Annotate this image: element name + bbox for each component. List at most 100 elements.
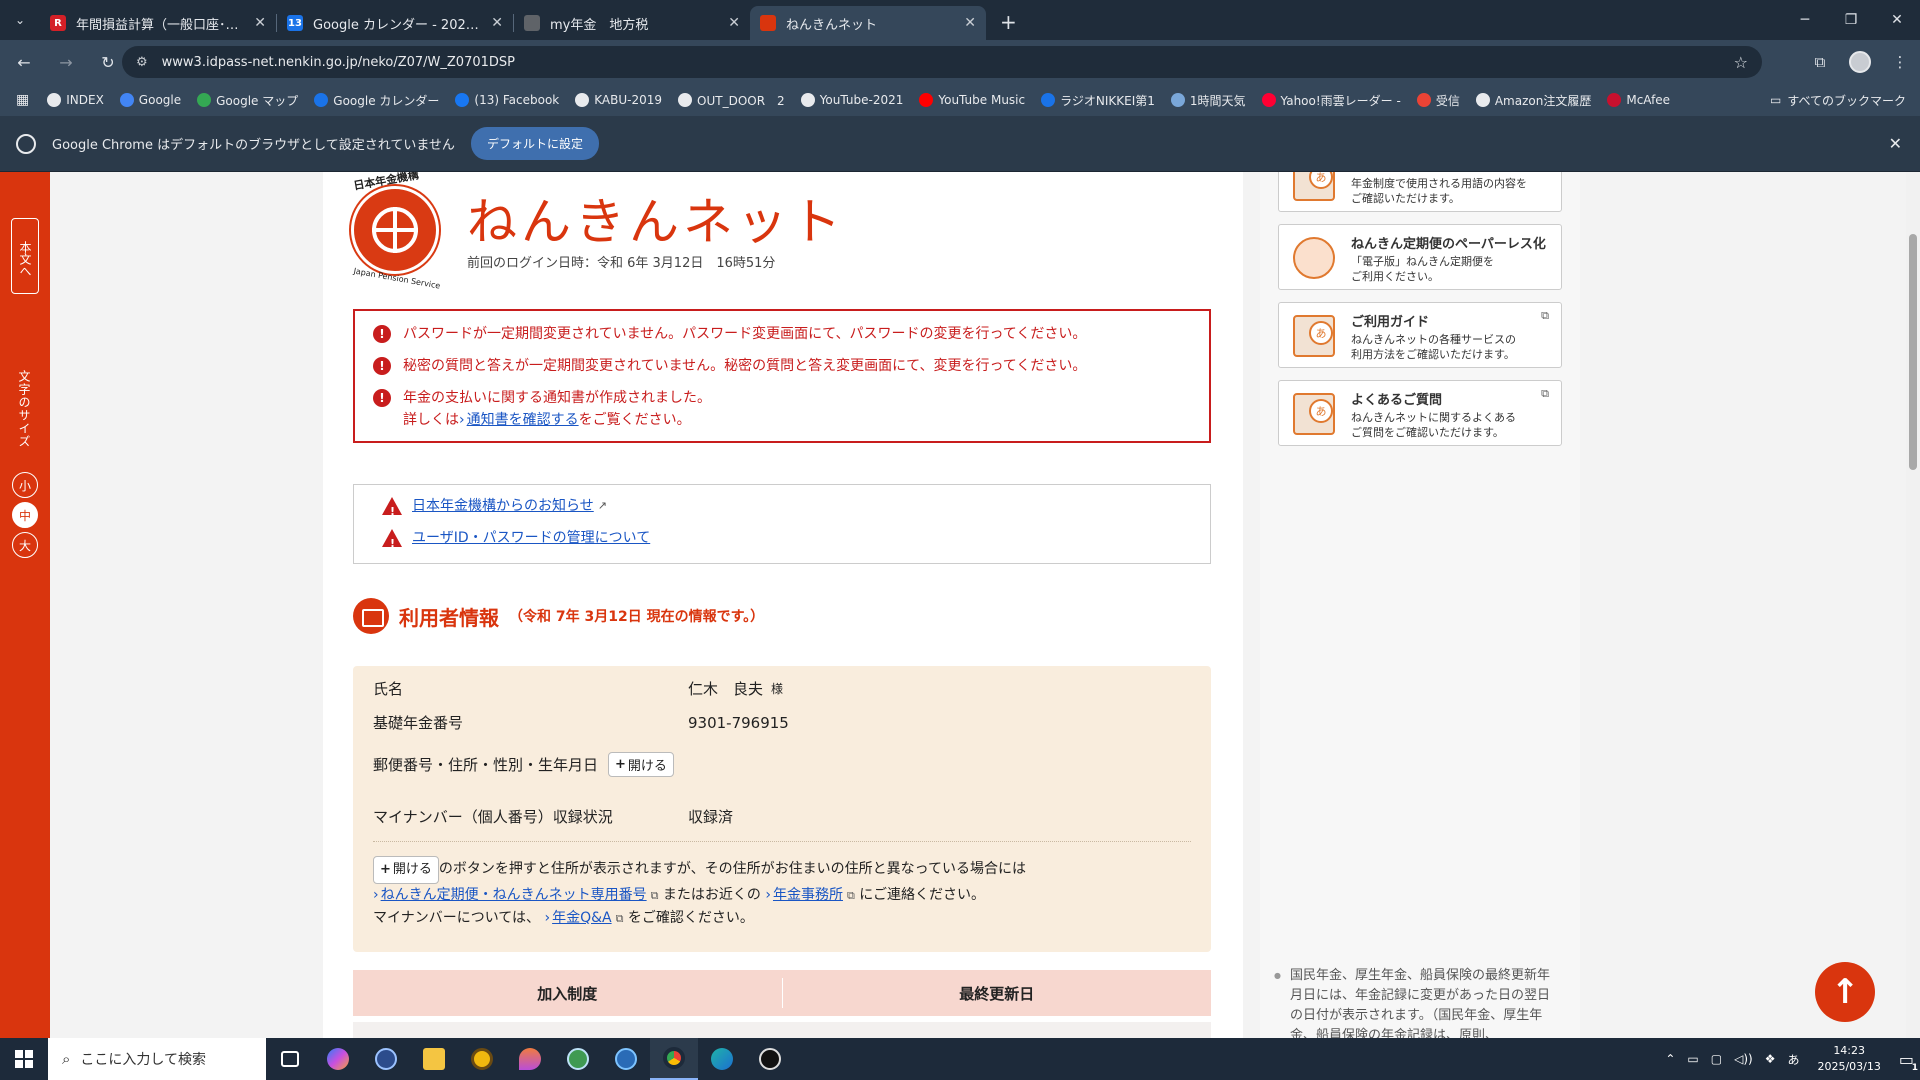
view-notice-link[interactable]: 通知書を確認する: [467, 412, 579, 428]
pension-office-link[interactable]: 年金事務所: [773, 887, 843, 903]
bookmark-favicon-icon: [1607, 93, 1622, 107]
open-example-button: + 開ける: [373, 856, 439, 884]
bookmark-item[interactable]: Google: [119, 93, 181, 107]
new-tab-icon[interactable]: +: [1000, 10, 1017, 34]
edge-icon[interactable]: [698, 1038, 746, 1080]
font-size-button[interactable]: 小: [12, 472, 38, 498]
scrollbar-thumb[interactable]: [1909, 234, 1917, 470]
start-button[interactable]: [0, 1038, 48, 1080]
toolbar-right: ⧉ ⋮: [1800, 40, 1920, 84]
bookmark-item[interactable]: Google マップ: [197, 92, 298, 109]
bookmark-item[interactable]: YouTube Music: [919, 93, 1025, 107]
bookmark-item[interactable]: Google カレンダー: [314, 92, 439, 109]
tab-title: 年間損益計算（一般口座･その他: [76, 17, 247, 33]
profile-avatar[interactable]: [1840, 51, 1880, 73]
reload-icon[interactable]: ↻: [90, 44, 126, 80]
sunflower-app-icon[interactable]: [458, 1038, 506, 1080]
jps-logo[interactable]: [351, 186, 439, 274]
browser-tab[interactable]: ねんきんネット ✕: [750, 6, 986, 40]
bookmark-item[interactable]: 1時間天気: [1170, 92, 1246, 109]
browser-toolbar: ← → ↻ ⚙ www3.idpass-net.nenkin.go.jp/nek…: [0, 40, 1920, 84]
app-icon[interactable]: [362, 1038, 410, 1080]
userid-password-link[interactable]: ユーザID・パスワードの管理について: [412, 527, 650, 549]
chevron-up-icon[interactable]: ⌃: [1665, 1052, 1675, 1066]
display-icon[interactable]: ▢: [1711, 1052, 1722, 1066]
clock[interactable]: 14:23 2025/03/13: [1817, 1043, 1880, 1075]
all-bookmarks-button[interactable]: ▭ すべてのブックマーク: [1770, 84, 1906, 116]
set-default-button[interactable]: デフォルトに設定: [470, 127, 599, 160]
tab-search-icon[interactable]: ⌄: [0, 0, 40, 40]
back-to-top-button[interactable]: ↑: [1815, 962, 1875, 1022]
bookmark-favicon-icon: [1170, 93, 1185, 107]
volume-icon[interactable]: ◁)): [1734, 1052, 1753, 1066]
bookmark-item[interactable]: OUT_DOOR 2: [678, 92, 785, 109]
close-window-icon[interactable]: ✕: [1874, 0, 1920, 40]
pension-qa-link[interactable]: 年金Q&A: [552, 910, 612, 926]
tab-close-icon[interactable]: ✕: [964, 15, 976, 31]
notification-icon[interactable]: ▭ 1: [1899, 1050, 1918, 1073]
font-size-button[interactable]: 中: [12, 502, 38, 528]
dedicated-number-link[interactable]: ねんきん定期便・ねんきんネット専用番号: [381, 887, 647, 903]
notice-box: 日本年金機構からのお知らせ ↗ ユーザID・パスワードの管理について: [353, 484, 1211, 564]
file-explorer-icon[interactable]: [410, 1038, 458, 1080]
jps-news-link[interactable]: 日本年金機構からのお知らせ: [412, 495, 594, 517]
side-card[interactable]: ご利用ガイドねんきんネットの各種サービスの 利用方法をご確認いただけます。 ⧉: [1278, 302, 1562, 368]
menu-icon[interactable]: ⋮: [1880, 53, 1920, 71]
forward-icon[interactable]: →: [48, 44, 84, 80]
browser-tab[interactable]: my年金 地方税 ✕: [514, 6, 750, 40]
restore-icon[interactable]: ❐: [1828, 0, 1874, 40]
back-icon[interactable]: ←: [6, 44, 42, 80]
minimize-icon[interactable]: ─: [1782, 0, 1828, 40]
open-address-button[interactable]: + 開ける: [608, 752, 674, 777]
mynumber-value: 収録済: [688, 808, 734, 826]
network-icon[interactable]: ▭: [1687, 1052, 1698, 1066]
browser-tab[interactable]: 13 Google カレンダー - 2025年 3月 1 ✕: [277, 6, 513, 40]
bookmark-label: 受信: [1435, 93, 1460, 108]
font-size-button[interactable]: 大: [12, 532, 38, 558]
vertical-scrollbar[interactable]: [1906, 172, 1920, 1038]
infobar-close-icon[interactable]: ✕: [1889, 134, 1902, 153]
bookmark-label: ラジオNIKKEI第1: [1060, 93, 1155, 108]
network-app-icon[interactable]: [602, 1038, 650, 1080]
side-card[interactable]: よくあるご質問ねんきんネットに関するよくある ご質問をご確認いただけます。 ⧉: [1278, 380, 1562, 446]
bookmark-item[interactable]: ラジオNIKKEI第1: [1041, 92, 1155, 109]
bookmark-item[interactable]: INDEX: [47, 93, 104, 107]
bookmark-star-icon[interactable]: ☆: [1734, 53, 1748, 72]
tab-close-icon[interactable]: ✕: [254, 15, 266, 31]
bookmark-item[interactable]: McAfee: [1607, 93, 1670, 107]
skip-to-content-button[interactable]: 本文へ: [11, 218, 39, 294]
chevron-right-icon: ›: [544, 910, 551, 926]
bookmark-item[interactable]: (13) Facebook: [455, 93, 559, 107]
address-bar[interactable]: ⚙ www3.idpass-net.nenkin.go.jp/neko/Z07/…: [122, 46, 1762, 78]
tab-close-icon[interactable]: ✕: [728, 15, 740, 31]
bookmark-item[interactable]: YouTube-2021: [800, 93, 903, 107]
app-icon[interactable]: [746, 1038, 794, 1080]
id-card-icon: [353, 598, 389, 634]
bookmark-item[interactable]: KABU-2019: [575, 93, 662, 107]
bookmark-item[interactable]: 受信: [1416, 92, 1460, 109]
ime-indicator[interactable]: あ: [1787, 1051, 1799, 1068]
task-view-icon[interactable]: [266, 1038, 314, 1080]
bookmark-item[interactable]: Yahoo!雨雲レーダー -: [1261, 92, 1401, 109]
globe-app-icon[interactable]: [554, 1038, 602, 1080]
note-line3-suffix: をご確認ください。: [627, 910, 754, 926]
apps-icon[interactable]: ▦: [16, 92, 29, 108]
site-info-icon[interactable]: ⚙: [136, 55, 148, 70]
browser-tab[interactable]: R 年間損益計算（一般口座･その他 ✕: [40, 6, 276, 40]
last-login: 前回のログイン日時：令和 6年 3月12日 16時51分: [467, 256, 776, 271]
drop-app-icon[interactable]: [506, 1038, 554, 1080]
taskbar-search[interactable]: ⌕ ここに入力して検索: [48, 1038, 266, 1080]
side-card[interactable]: 年金用語集年金制度で使用される用語の内容を ご確認いただけます。⧉: [1278, 172, 1562, 212]
dropbox-icon[interactable]: ❖: [1765, 1052, 1776, 1066]
bookmark-item[interactable]: Amazon注文履歴: [1475, 92, 1591, 109]
extensions-icon[interactable]: ⧉: [1800, 53, 1840, 71]
external-link-icon: ↗: [597, 499, 607, 512]
accessibility-sidebar: 本文へ 文字のサイズ 小中大: [0, 172, 50, 1038]
chrome-taskbar-icon[interactable]: [650, 1038, 698, 1080]
copilot-icon[interactable]: [314, 1038, 362, 1080]
side-card[interactable]: ねんきん定期便のペーパーレス化 「電子版」ねんきん定期便を ご利用ください。: [1278, 224, 1562, 290]
warning-icon: [382, 529, 402, 555]
alert-prefix: 詳しくは: [403, 412, 459, 428]
bookmark-favicon-icon: [197, 93, 212, 107]
tab-close-icon[interactable]: ✕: [491, 15, 503, 31]
